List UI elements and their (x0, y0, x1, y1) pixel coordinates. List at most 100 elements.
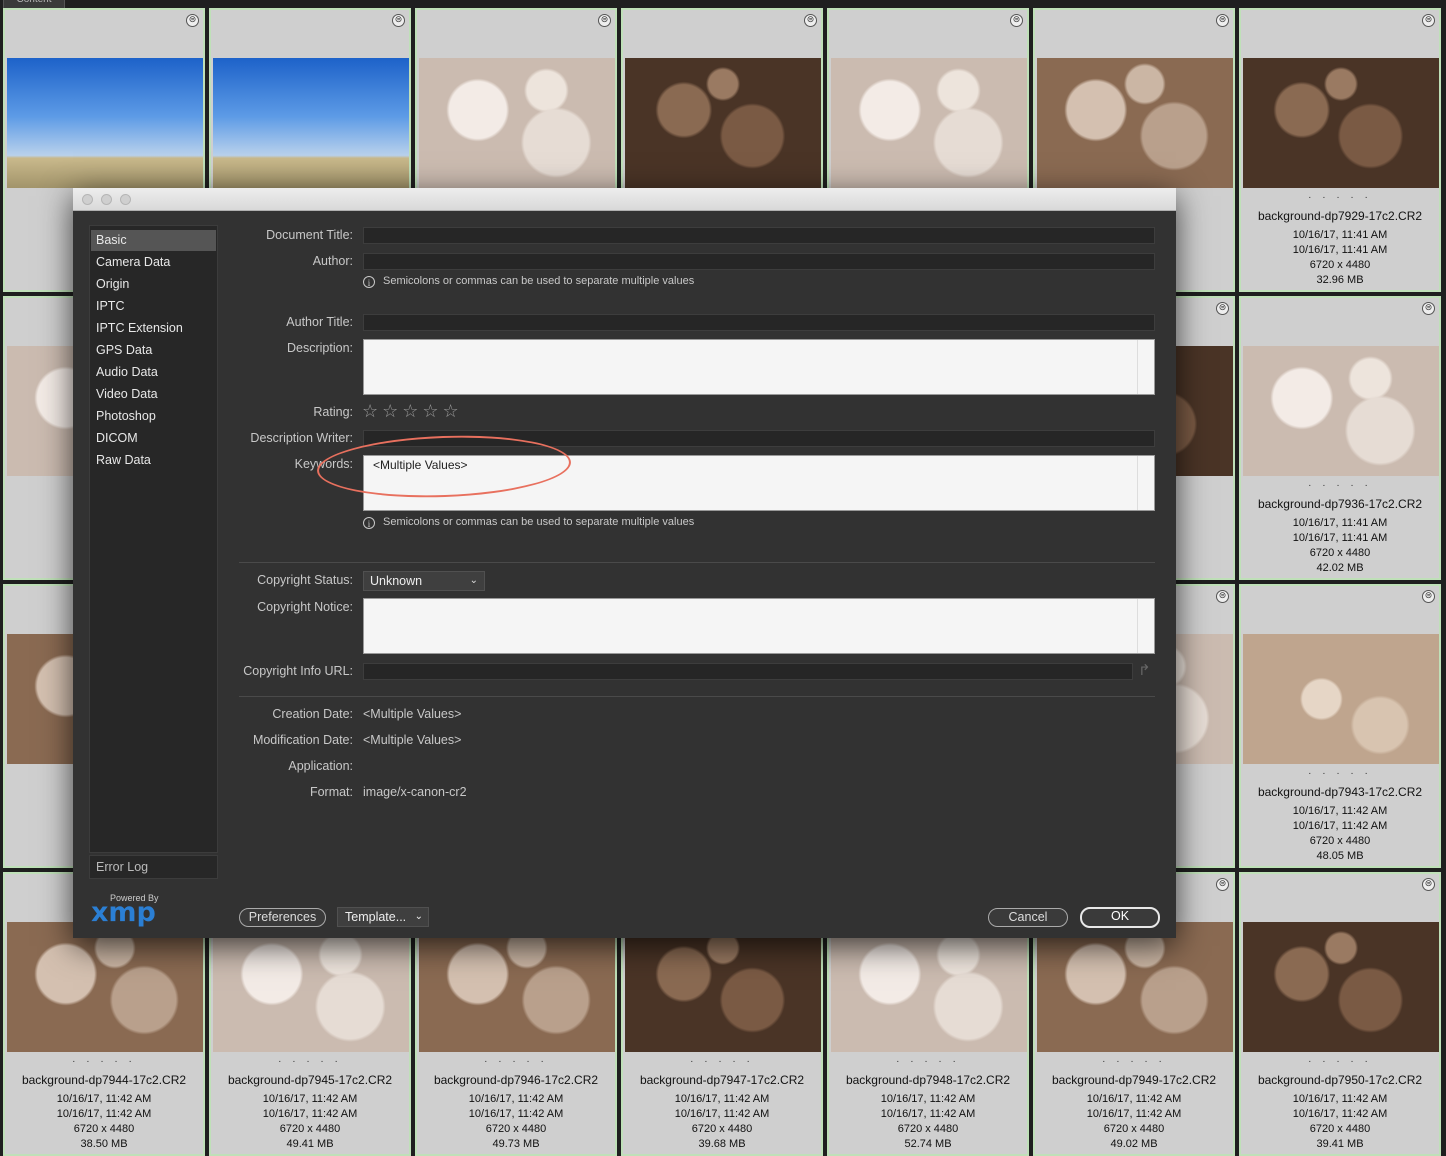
rating-dots[interactable]: · · · · · (5, 1057, 203, 1067)
stack-badge-icon[interactable]: ⊜ (1422, 302, 1435, 315)
thumbnail-image[interactable] (213, 58, 409, 188)
date-modified: 10/16/17, 11:41 AM (1292, 532, 1388, 544)
file-name: background-dp7950-17c2.CR2 (1257, 1073, 1423, 1087)
template-menu-button[interactable]: Template... ⌄ (337, 907, 429, 927)
stack-badge-icon[interactable]: ⊜ (1216, 14, 1229, 27)
description-field[interactable] (363, 339, 1155, 395)
date-created: 10/16/17, 11:42 AM (1086, 1093, 1182, 1105)
thumbnail-cell[interactable]: ⊜ · · · · · background-dp7943-17c2.CR2 10/1… (1239, 584, 1441, 868)
sidebar-item-iptc-extension[interactable]: IPTC Extension (91, 318, 216, 339)
copyright-status-select[interactable]: Unknown ⌄ (363, 571, 485, 591)
author-title-field[interactable] (363, 314, 1155, 331)
category-sidebar: Basic Camera Data Origin IPTC IPTC Extension… (89, 225, 218, 853)
modification-date-value: <Multiple Values> (363, 733, 462, 747)
date-created: 10/16/17, 11:41 AM (1292, 517, 1388, 529)
rating-dots[interactable]: · · · · · (829, 1057, 1027, 1067)
rating-stars[interactable]: ☆☆☆☆☆ (362, 402, 463, 422)
sidebar-item-video-data[interactable]: Video Data (91, 384, 216, 405)
dimensions: 6720 x 4480 (1309, 547, 1371, 559)
date-modified: 10/16/17, 11:42 AM (674, 1108, 770, 1120)
sidebar-item-raw-data[interactable]: Raw Data (91, 450, 216, 471)
stack-badge-icon[interactable]: ⊜ (1216, 878, 1229, 891)
date-modified: 10/16/17, 11:42 AM (1292, 820, 1388, 832)
dimensions: 6720 x 4480 (1309, 259, 1371, 271)
rating-dots[interactable]: · · · · · (1241, 481, 1439, 491)
thumbnail-image[interactable] (1243, 634, 1439, 764)
xmp-logo: xmp (91, 897, 156, 928)
rating-dots[interactable]: · · · · · (623, 1057, 821, 1067)
minimize-window-button[interactable] (101, 194, 112, 205)
thumbnail-image[interactable] (1243, 58, 1439, 188)
template-label: Template... (345, 910, 407, 924)
thumbnail-image[interactable] (625, 58, 821, 188)
stack-badge-icon[interactable]: ⊜ (1216, 590, 1229, 603)
sidebar-item-camera-data[interactable]: Camera Data (91, 252, 216, 273)
thumbnail-image[interactable] (419, 58, 615, 188)
thumbnail-image[interactable] (213, 922, 409, 1052)
thumbnail-image[interactable] (625, 922, 821, 1052)
thumbnail-cell[interactable]: ⊜ · · · · · background-dp7950-17c2.CR2 10/1… (1239, 872, 1441, 1156)
file-size: 42.02 MB (1316, 562, 1364, 574)
rating-dots[interactable]: · · · · · (417, 1057, 615, 1067)
thumbnail-image[interactable] (831, 922, 1027, 1052)
thumbnail-cell[interactable]: ⊜ · · · · · background-dp7936-17c2.CR2 10/1… (1239, 296, 1441, 580)
rating-dots[interactable]: · · · · · (211, 1057, 409, 1067)
format-label: Format: (309, 785, 353, 799)
close-window-button[interactable] (82, 194, 93, 205)
sidebar-item-iptc[interactable]: IPTC (91, 296, 216, 317)
copyright-info-url-label: Copyright Info URL: (243, 664, 353, 678)
error-log-button[interactable]: Error Log (89, 855, 218, 879)
stack-badge-icon[interactable]: ⊜ (1010, 14, 1023, 27)
stack-badge-icon[interactable]: ⊜ (392, 14, 405, 27)
date-modified: 10/16/17, 11:42 AM (56, 1108, 152, 1120)
zoom-window-button[interactable] (120, 194, 131, 205)
stack-badge-icon[interactable]: ⊜ (1422, 14, 1435, 27)
thumbnail-image[interactable] (1037, 922, 1233, 1052)
dimensions: 6720 x 4480 (1103, 1123, 1165, 1135)
preferences-button[interactable]: Preferences (239, 908, 326, 927)
document-title-field[interactable] (363, 227, 1155, 244)
author-field[interactable] (363, 253, 1155, 270)
cancel-button[interactable]: Cancel (988, 908, 1068, 927)
date-modified: 10/16/17, 11:42 AM (1292, 1108, 1388, 1120)
rating-dots[interactable]: · · · · · (1241, 193, 1439, 203)
open-url-icon[interactable]: ↱ (1138, 661, 1151, 679)
stack-badge-icon[interactable]: ⊜ (186, 14, 199, 27)
file-size: 48.05 MB (1316, 850, 1364, 862)
sidebar-item-gps-data[interactable]: GPS Data (91, 340, 216, 361)
stack-badge-icon[interactable]: ⊜ (1216, 302, 1229, 315)
thumbnail-image[interactable] (831, 58, 1027, 188)
date-created: 10/16/17, 11:42 AM (56, 1093, 152, 1105)
stack-badge-icon[interactable]: ⊜ (804, 14, 817, 27)
rating-dots[interactable]: · · · · · (1241, 1057, 1439, 1067)
stack-badge-icon[interactable]: ⊜ (598, 14, 611, 27)
thumbnail-image[interactable] (419, 922, 615, 1052)
format-value: image/x-canon-cr2 (363, 785, 467, 799)
info-icon: i (363, 517, 375, 529)
file-name: background-dp7946-17c2.CR2 (433, 1073, 599, 1087)
file-size: 49.02 MB (1110, 1138, 1158, 1150)
file-name: background-dp7936-17c2.CR2 (1257, 497, 1423, 511)
description-scrollbar[interactable] (1137, 340, 1154, 394)
sidebar-item-basic[interactable]: Basic (91, 230, 216, 251)
copyright-notice-scrollbar[interactable] (1137, 599, 1154, 653)
sidebar-item-audio-data[interactable]: Audio Data (91, 362, 216, 383)
ok-button[interactable]: OK (1080, 907, 1160, 928)
file-name: background-dp7944-17c2.CR2 (21, 1073, 187, 1087)
rating-dots[interactable]: · · · · · (1035, 1057, 1233, 1067)
thumbnail-image[interactable] (1037, 58, 1233, 188)
keywords-scrollbar[interactable] (1137, 456, 1154, 510)
thumbnail-image[interactable] (7, 58, 203, 188)
stack-badge-icon[interactable]: ⊜ (1422, 590, 1435, 603)
sidebar-item-dicom[interactable]: DICOM (91, 428, 216, 449)
rating-dots[interactable]: · · · · · (1241, 769, 1439, 779)
stack-badge-icon[interactable]: ⊜ (1422, 878, 1435, 891)
copyright-notice-field[interactable] (363, 598, 1155, 654)
thumbnail-image[interactable] (1243, 922, 1439, 1052)
copyright-info-url-field[interactable] (363, 663, 1133, 680)
sidebar-item-photoshop[interactable]: Photoshop (91, 406, 216, 427)
thumbnail-image[interactable] (1243, 346, 1439, 476)
thumbnail-image[interactable] (7, 922, 203, 1052)
thumbnail-cell[interactable]: ⊜ · · · · · background-dp7929-17c2.CR2 10/1… (1239, 8, 1441, 292)
sidebar-item-origin[interactable]: Origin (91, 274, 216, 295)
